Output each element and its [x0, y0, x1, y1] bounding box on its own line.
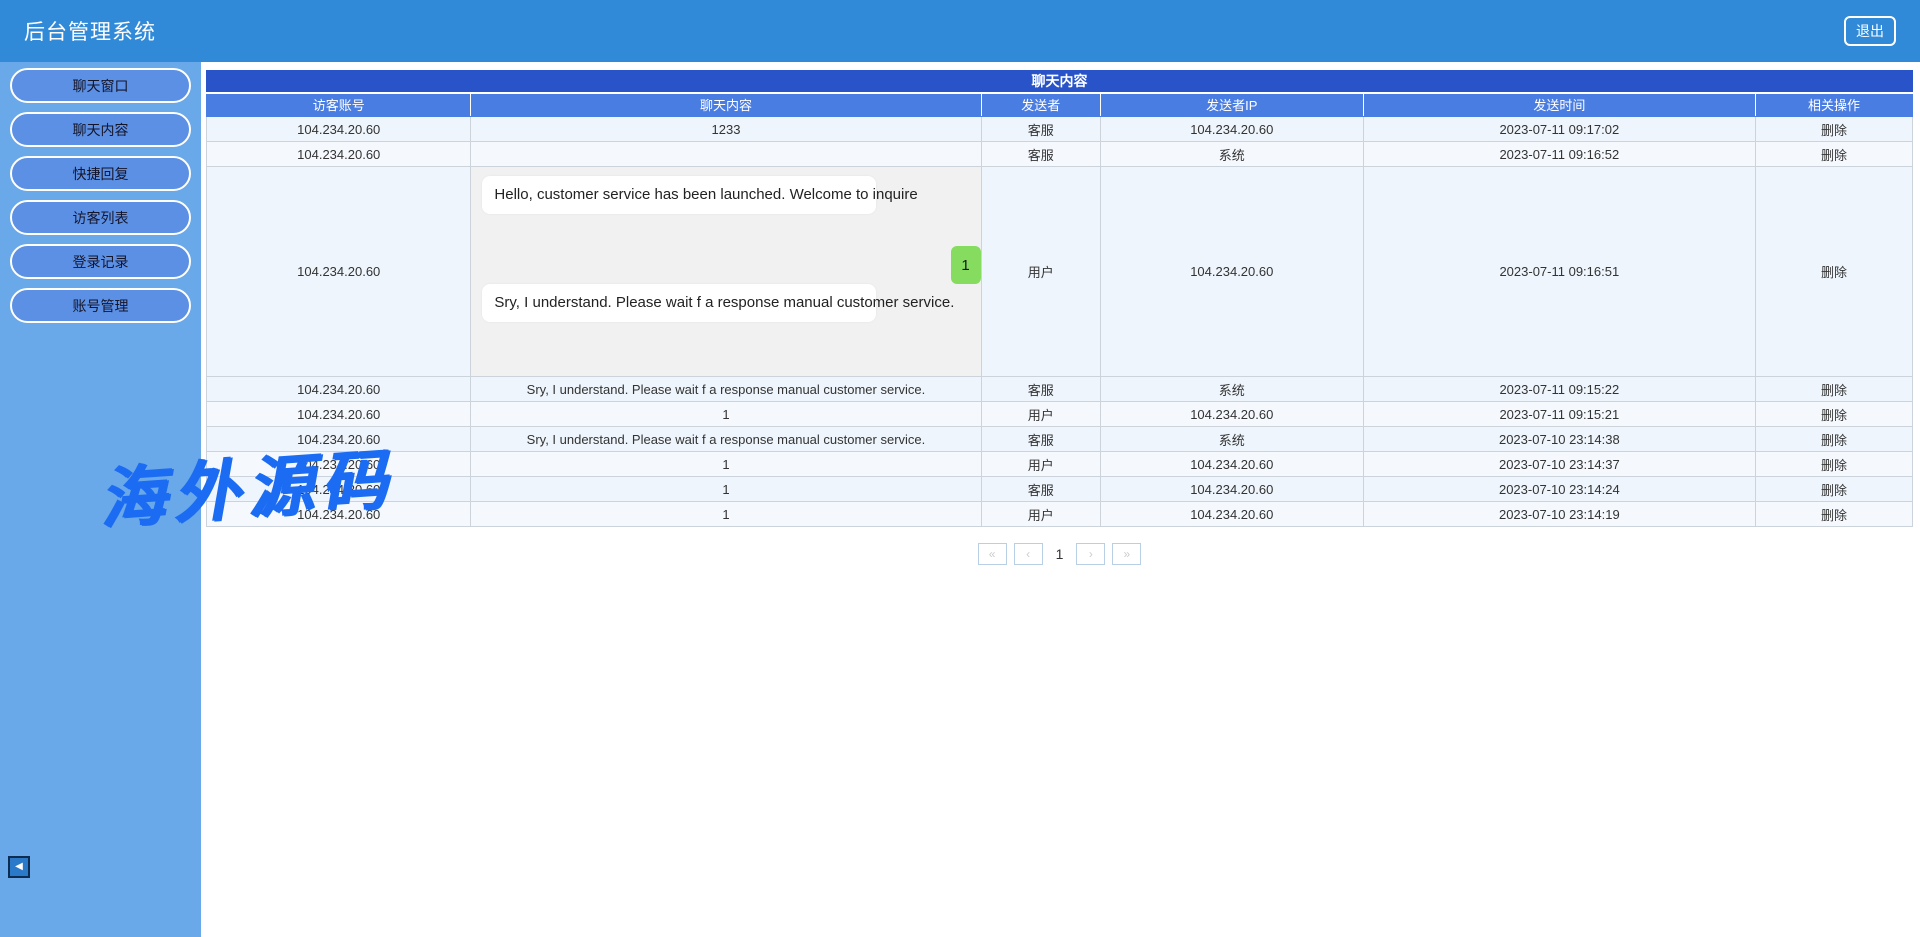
cell-sender: 用户 [980, 451, 1101, 477]
cell-account: 104.234.20.60 [205, 426, 472, 452]
cell-time: 2023-07-11 09:15:22 [1362, 376, 1757, 402]
top-bar: 后台管理系统 退出 [0, 0, 1920, 62]
delete-link[interactable]: 删除 [1755, 476, 1913, 502]
cell-ip: 系统 [1099, 141, 1364, 167]
chat-bubble: Hello, customer service has been launche… [482, 176, 918, 214]
table-row: 104.234.20.60 Sry, I understand. Please … [205, 426, 1913, 452]
unread-count-badge: 1 [950, 246, 981, 284]
table-row: 104.234.20.60 Sry, I understand. Please … [205, 376, 1913, 402]
pagination-prev-button[interactable]: ‹ [1013, 543, 1043, 565]
cell-content: 1 [470, 476, 982, 502]
delete-link[interactable]: 删除 [1755, 116, 1913, 142]
cell-ip: 104.234.20.60 [1099, 451, 1364, 477]
cell-sender: 客服 [980, 116, 1101, 142]
cell-sender: 用户 [980, 401, 1101, 427]
delete-link[interactable]: 删除 [1755, 451, 1913, 477]
cell-account: 104.234.20.60 [205, 476, 472, 502]
table-header-row: 访客账号 聊天内容 发送者 发送者IP 发送时间 相关操作 [205, 92, 1913, 117]
pagination: « ‹ 1 › » [206, 543, 1913, 565]
cell-content [470, 141, 982, 167]
delete-link[interactable]: 删除 [1755, 401, 1913, 427]
sidebar-item-account-management[interactable]: 账号管理 [10, 288, 191, 323]
main-content: 聊天内容 访客账号 聊天内容 发送者 发送者IP 发送时间 相关操作 104.2… [201, 62, 1920, 937]
sidebar: 聊天窗口 聊天内容 快捷回复 访客列表 登录记录 账号管理 ◀ [0, 62, 201, 937]
cell-content: 1 [470, 451, 982, 477]
cell-sender: 用户 [980, 166, 1101, 377]
sidebar-item-login-records[interactable]: 登录记录 [10, 244, 191, 279]
cell-ip: 系统 [1099, 376, 1364, 402]
cell-account: 104.234.20.60 [205, 166, 472, 377]
table-row: 104.234.20.60 1 用户 104.234.20.60 2023-07… [205, 451, 1913, 477]
cell-content: 1 [470, 501, 982, 527]
cell-time: 2023-07-10 23:14:38 [1362, 426, 1757, 452]
cell-sender: 客服 [980, 141, 1101, 167]
cell-content: 1233 [470, 116, 982, 142]
delete-link[interactable]: 删除 [1755, 501, 1913, 527]
app-title: 后台管理系统 [24, 21, 156, 44]
cell-chat-transcript: Hello, customer service has been launche… [470, 166, 982, 377]
cell-content: 1 [470, 401, 982, 427]
cell-time: 2023-07-11 09:15:21 [1362, 401, 1757, 427]
cell-ip: 104.234.20.60 [1099, 501, 1364, 527]
cell-account: 104.234.20.60 [205, 141, 472, 167]
chat-content-table: 聊天内容 访客账号 聊天内容 发送者 发送者IP 发送时间 相关操作 104.2… [205, 70, 1913, 527]
cell-ip: 104.234.20.60 [1099, 476, 1364, 502]
cell-ip: 104.234.20.60 [1099, 166, 1364, 377]
cell-ip: 系统 [1099, 426, 1364, 452]
cell-sender: 客服 [980, 476, 1101, 502]
cell-ip: 104.234.20.60 [1099, 116, 1364, 142]
cell-time: 2023-07-11 09:16:52 [1362, 141, 1757, 167]
pagination-last-button[interactable]: » [1112, 543, 1142, 565]
cell-time: 2023-07-11 09:16:51 [1362, 166, 1757, 377]
cell-sender: 客服 [980, 426, 1101, 452]
pagination-current-page: 1 [1055, 546, 1064, 562]
cell-time: 2023-07-10 23:14:19 [1362, 501, 1757, 527]
col-chat-content: 聊天内容 [470, 92, 982, 117]
table-row: 104.234.20.60 客服 系统 2023-07-11 09:16:52 … [205, 141, 1913, 167]
pagination-first-button[interactable]: « [977, 543, 1007, 565]
collapse-left-icon: ◀ [15, 861, 23, 872]
sidebar-item-chat-content[interactable]: 聊天内容 [10, 112, 191, 147]
cell-time: 2023-07-10 23:14:24 [1362, 476, 1757, 502]
delete-link[interactable]: 删除 [1755, 141, 1913, 167]
cell-content: Sry, I understand. Please wait f a respo… [470, 376, 982, 402]
table-row: 104.234.20.60 1233 客服 104.234.20.60 2023… [205, 116, 1913, 142]
table-title-row: 聊天内容 [206, 70, 1913, 94]
sidebar-item-chat-window[interactable]: 聊天窗口 [10, 68, 191, 103]
cell-account: 104.234.20.60 [205, 501, 472, 527]
cell-account: 104.234.20.60 [205, 401, 472, 427]
col-send-time: 发送时间 [1362, 92, 1757, 117]
sidebar-collapse-button[interactable]: ◀ [8, 856, 30, 878]
logout-button[interactable]: 退出 [1844, 16, 1896, 46]
delete-link[interactable]: 删除 [1755, 166, 1913, 377]
cell-time: 2023-07-10 23:14:37 [1362, 451, 1757, 477]
col-sender: 发送者 [980, 92, 1101, 117]
col-visitor-account: 访客账号 [205, 92, 472, 117]
sidebar-item-visitor-list[interactable]: 访客列表 [10, 200, 191, 235]
cell-account: 104.234.20.60 [205, 376, 472, 402]
cell-time: 2023-07-11 09:17:02 [1362, 116, 1757, 142]
table-row: 104.234.20.60 1 用户 104.234.20.60 2023-07… [205, 501, 1913, 527]
chat-bubble: Sry, I understand. Please wait f a respo… [482, 284, 954, 322]
sidebar-item-quick-reply[interactable]: 快捷回复 [10, 156, 191, 191]
cell-ip: 104.234.20.60 [1099, 401, 1364, 427]
cell-sender: 用户 [980, 501, 1101, 527]
col-actions: 相关操作 [1755, 92, 1913, 117]
layout: 聊天窗口 聊天内容 快捷回复 访客列表 登录记录 账号管理 ◀ 聊天内容 访客账… [0, 62, 1920, 937]
table-row-chat-transcript: 104.234.20.60 Hello, customer service ha… [205, 166, 1913, 377]
pagination-next-button[interactable]: › [1076, 543, 1106, 565]
col-sender-ip: 发送者IP [1099, 92, 1364, 117]
cell-account: 104.234.20.60 [205, 451, 472, 477]
table-row: 104.234.20.60 1 用户 104.234.20.60 2023-07… [205, 401, 1913, 427]
cell-sender: 客服 [980, 376, 1101, 402]
delete-link[interactable]: 删除 [1755, 426, 1913, 452]
table-row: 104.234.20.60 1 客服 104.234.20.60 2023-07… [205, 476, 1913, 502]
delete-link[interactable]: 删除 [1755, 376, 1913, 402]
cell-account: 104.234.20.60 [205, 116, 472, 142]
table-title: 聊天内容 [206, 70, 1913, 94]
cell-content: Sry, I understand. Please wait f a respo… [470, 426, 982, 452]
